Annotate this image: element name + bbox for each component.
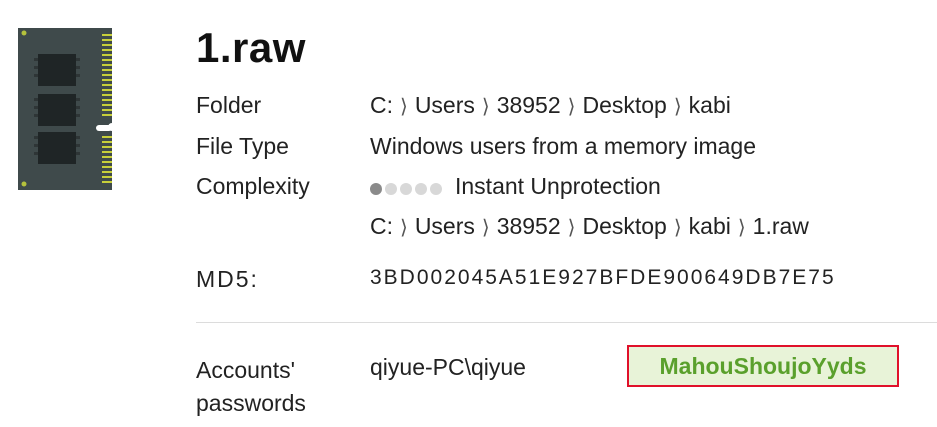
section-divider xyxy=(196,322,937,323)
rating-dot xyxy=(370,183,382,196)
complexity-label: Complexity xyxy=(196,173,310,199)
crumb[interactable]: kabi xyxy=(689,213,731,239)
chevron-right-icon: ⟩ xyxy=(400,217,408,239)
crumb[interactable]: Users xyxy=(415,213,475,239)
crumb[interactable]: Desktop xyxy=(582,92,666,118)
crumb[interactable]: C: xyxy=(370,213,393,239)
chevron-right-icon: ⟩ xyxy=(737,217,746,239)
password-highlight[interactable]: MahouShoujoYyds xyxy=(627,345,899,387)
chevron-right-icon: ⟩ xyxy=(481,217,490,239)
crumb[interactable]: Users xyxy=(415,92,475,118)
crumb[interactable]: kabi xyxy=(689,92,731,118)
recovered-password[interactable]: MahouShoujoYyds xyxy=(660,353,867,380)
file-title: 1.raw xyxy=(196,24,306,71)
crumb[interactable]: C: xyxy=(370,92,393,118)
crumb[interactable]: 38952 xyxy=(497,213,561,239)
accounts-label-line: passwords xyxy=(196,390,306,416)
chevron-right-icon: ⟩ xyxy=(567,217,576,239)
file-type-label: File Type xyxy=(196,133,289,159)
complexity-value: Instant Unprotection xyxy=(370,173,661,201)
md5-value[interactable]: 3BD002045A51E927BFDE900649DB7E75 xyxy=(370,266,836,290)
chevron-right-icon: ⟩ xyxy=(673,96,682,118)
crumb[interactable]: 38952 xyxy=(497,92,561,118)
rating-dot xyxy=(385,183,397,196)
chevron-right-icon: ⟩ xyxy=(481,96,490,118)
chevron-right-icon: ⟩ xyxy=(567,96,576,118)
md5-label: MD5: xyxy=(196,266,259,292)
file-type-value: Windows users from a memory image xyxy=(370,133,756,159)
complexity-text: Instant Unprotection xyxy=(455,173,661,199)
rating-dot xyxy=(430,183,442,196)
folder-label: Folder xyxy=(196,92,262,118)
accounts-label: Accounts' passwords xyxy=(196,354,306,420)
memory-module-icon xyxy=(18,28,112,190)
folder-breadcrumb[interactable]: C: ⟩ Users ⟩ 38952 ⟩ Desktop ⟩ kabi xyxy=(370,92,731,119)
rating-dot xyxy=(400,183,412,196)
account-user: qiyue-PC\qiyue xyxy=(370,354,526,380)
file-path-breadcrumb[interactable]: C: ⟩ Users ⟩ 38952 ⟩ Desktop ⟩ kabi ⟩ 1.raw xyxy=(370,213,809,240)
rating-dot xyxy=(415,183,427,196)
crumb[interactable]: 1.raw xyxy=(753,213,809,239)
accounts-label-line: Accounts' xyxy=(196,357,295,383)
crumb[interactable]: Desktop xyxy=(582,213,666,239)
chevron-right-icon: ⟩ xyxy=(673,217,682,239)
chevron-right-icon: ⟩ xyxy=(400,96,408,118)
complexity-rating xyxy=(370,174,445,201)
